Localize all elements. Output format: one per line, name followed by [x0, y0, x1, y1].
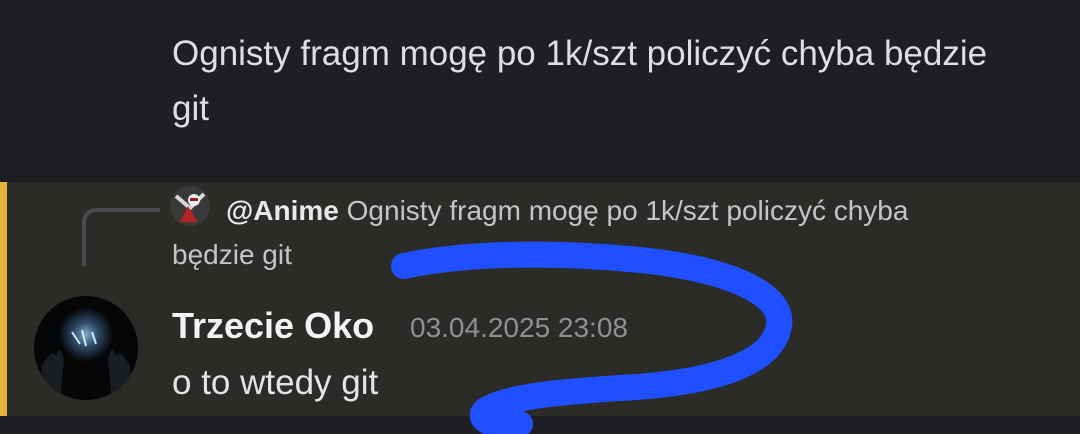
author-avatar-image [34, 296, 138, 400]
reply-author-mention[interactable]: @Anime [226, 195, 339, 226]
reply-preview[interactable]: @Anime Ognisty fragm mogę po 1k/szt poli… [226, 194, 908, 228]
message-timestamp: 03.04.2025 23:08 [410, 312, 628, 343]
reply-author-avatar[interactable] [170, 186, 210, 226]
reply-preview-text-continued: będzie git [172, 239, 292, 270]
mention-accent-bar [0, 182, 7, 416]
reply-preview-text: Ognisty fragm mogę po 1k/szt policzyć ch… [346, 195, 909, 226]
previous-message-text: Ognisty fragm mogę po 1k/szt policzyć ch… [172, 34, 988, 128]
previous-message: Ognisty fragm mogę po 1k/szt policzyć ch… [0, 0, 1080, 182]
message-author-name[interactable]: Trzecie Oko [172, 304, 374, 348]
reply-connector-line [82, 208, 160, 266]
author-avatar[interactable] [34, 296, 138, 400]
reply-avatar-image [170, 186, 210, 226]
next-message-divider [0, 416, 1080, 434]
message-text: o to wtedy git [172, 363, 379, 402]
